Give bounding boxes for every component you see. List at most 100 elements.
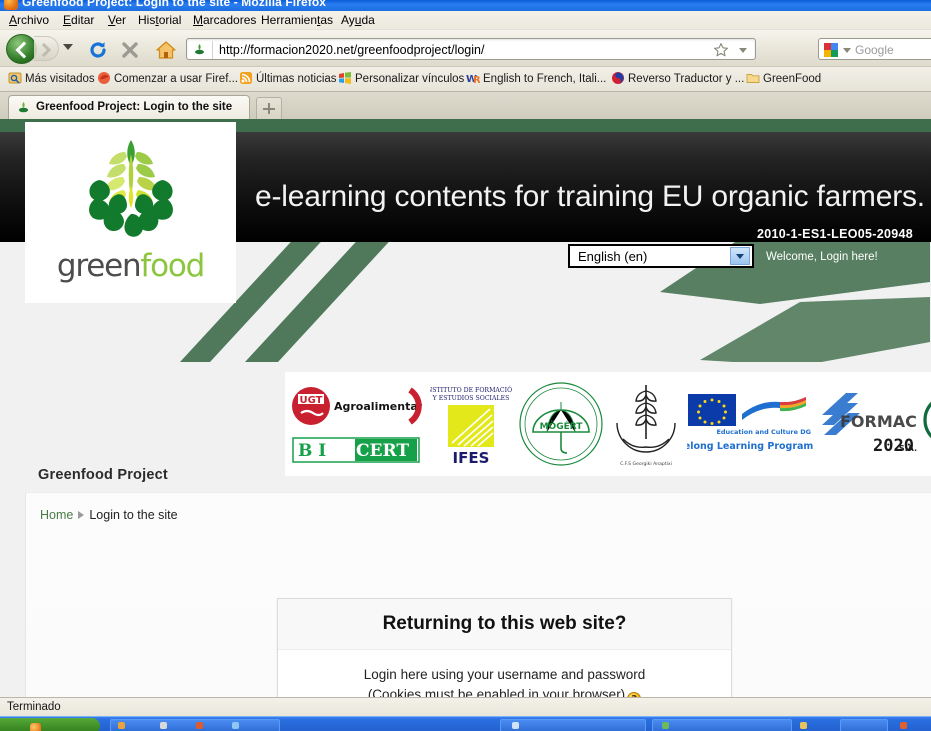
taskbar-item[interactable] bbox=[110, 719, 280, 731]
svg-text:Lifelong Learning Programme: Lifelong Learning Programme bbox=[687, 441, 813, 452]
search-box[interactable]: Google bbox=[818, 38, 931, 60]
bookmark-reverso-traductor[interactable]: Reverso Traductor y ... bbox=[611, 71, 744, 88]
taskbar-item[interactable] bbox=[652, 719, 792, 731]
help-icon[interactable]: ? bbox=[627, 692, 642, 697]
forward-button[interactable] bbox=[34, 36, 59, 61]
logo-word-food: food bbox=[140, 248, 205, 284]
login-box-header: Returning to this web site? bbox=[278, 599, 731, 650]
url-dropdown-icon[interactable] bbox=[739, 48, 747, 53]
svg-text:S.A.: S.A. bbox=[899, 444, 917, 453]
url-separator bbox=[212, 41, 213, 59]
tab-strip: Greenfood Project: Login to the site bbox=[0, 92, 931, 119]
chevron-down-icon[interactable] bbox=[730, 247, 750, 265]
mogert-logo: MÖGÉRT bbox=[519, 382, 603, 466]
navigation-toolbar: http://formacion2020.net/greenfoodprojec… bbox=[0, 30, 931, 67]
status-bar: Terminado bbox=[0, 697, 931, 716]
partner-escola-superior-agraria: Instituto Politécnico Escola S Agrá bbox=[921, 372, 931, 476]
bookmark-ultimas-noticias[interactable]: Últimas noticias bbox=[239, 71, 337, 88]
url-bar[interactable]: http://formacion2020.net/greenfoodprojec… bbox=[186, 38, 756, 60]
menu-marcadores[interactable]: Marcadores bbox=[188, 13, 261, 28]
bookmark-personalizar-vinculos[interactable]: Personalizar vínculos bbox=[338, 71, 464, 88]
taskbar-icon bbox=[512, 722, 519, 729]
menu-archivo[interactable]: Archivo bbox=[4, 13, 54, 28]
windows-icon bbox=[338, 71, 352, 85]
bookmark-label: Últimas noticias bbox=[256, 73, 337, 85]
firefox-icon bbox=[4, 0, 18, 10]
url-text: http://formacion2020.net/greenfoodprojec… bbox=[219, 43, 485, 57]
menu-editar[interactable]: Editar bbox=[58, 13, 99, 28]
wordreference-icon: WR bbox=[466, 71, 481, 86]
bookmark-label: Comenzar a usar Firef... bbox=[114, 73, 238, 85]
menu-bar: Archivo Editar Ver Historial Marcadores … bbox=[0, 11, 931, 30]
bookmark-label: English to French, Itali... bbox=[483, 73, 607, 85]
partner-mogert: MÖGÉRT bbox=[515, 372, 607, 476]
firefox-icon bbox=[97, 71, 111, 85]
eu-lifelong-learning-logo: Education and Culture DG Lifelong Learni… bbox=[687, 394, 813, 452]
login-box-title: Returning to this web site? bbox=[382, 613, 627, 634]
back-button[interactable] bbox=[6, 34, 37, 64]
greenfood-favicon bbox=[192, 42, 207, 57]
welcome-login-link[interactable]: Welcome, Login here! bbox=[766, 251, 878, 263]
svg-text:C.F.S Georgiki Anaptixi: C.F.S Georgiki Anaptixi bbox=[620, 461, 672, 467]
svg-text:Y ESTUDIOS SOCIALES: Y ESTUDIOS SOCIALES bbox=[432, 395, 510, 402]
language-select[interactable]: English (en) bbox=[568, 244, 754, 268]
bookmark-mas-visitados[interactable]: Más visitados bbox=[8, 71, 95, 88]
partner-formacion2020: FORMACIÓN 2020 S.A. bbox=[815, 372, 921, 476]
taskbar-item[interactable] bbox=[840, 719, 888, 731]
svg-text:R: R bbox=[473, 75, 480, 85]
bookmark-folder-greenfood[interactable]: GreenFood bbox=[746, 71, 821, 88]
greenfood-wordmark: greenfood bbox=[56, 248, 205, 284]
svg-text:Education and Culture DG: Education and Culture DG bbox=[716, 428, 811, 436]
history-dropdown-icon[interactable] bbox=[63, 44, 73, 50]
windows-start-icon bbox=[30, 723, 41, 731]
folder-icon bbox=[746, 71, 760, 85]
browser-window: Greenfood Project: Login to the site - M… bbox=[0, 0, 931, 731]
login-instruction-line-2: (Cookies must be enabled in your browser… bbox=[278, 685, 731, 697]
language-select-value: English (en) bbox=[578, 248, 648, 264]
search-engine-dropdown-icon[interactable] bbox=[843, 48, 851, 53]
greenfood-logo-mark bbox=[69, 136, 193, 244]
ugt-agroalimentaria-logo: UGT Agroalimentaria bbox=[292, 387, 422, 425]
rss-icon bbox=[239, 71, 253, 85]
taskbar-icon bbox=[232, 722, 239, 729]
stop-icon[interactable] bbox=[120, 41, 140, 59]
bookmark-english-to-french[interactable]: WR English to French, Itali... bbox=[466, 71, 606, 88]
partner-georgiki-anaptixi: C.F.S Georgiki Anaptixi bbox=[607, 372, 685, 476]
reverso-icon bbox=[611, 71, 625, 85]
menu-ver[interactable]: Ver bbox=[103, 13, 131, 28]
svg-text:INSTITUTO DE FORMACIÓN: INSTITUTO DE FORMACIÓN bbox=[430, 386, 512, 394]
reload-icon[interactable] bbox=[88, 41, 108, 59]
formacion2020-logo: FORMACIÓN 2020 S.A. bbox=[822, 393, 918, 456]
new-tab-button[interactable] bbox=[256, 97, 282, 119]
page-viewport: e-learning contents for training EU orga… bbox=[0, 119, 931, 697]
start-button[interactable] bbox=[0, 718, 100, 731]
taskbar-icon bbox=[196, 722, 203, 729]
menu-herramientas[interactable]: Herramientas bbox=[256, 13, 338, 28]
menu-historial[interactable]: Historial bbox=[133, 13, 186, 28]
window-title: Greenfood Project: Login to the site - M… bbox=[22, 0, 327, 9]
breadcrumb-current: Login to the site bbox=[89, 508, 178, 522]
taskbar-item[interactable] bbox=[500, 719, 646, 731]
partner-ifes: INSTITUTO DE FORMACIÓN Y ESTUDIOS SOCIAL… bbox=[427, 372, 515, 476]
banner-heading: e-learning contents for training EU orga… bbox=[255, 180, 925, 213]
status-text: Terminado bbox=[7, 701, 61, 713]
breadcrumb-home-link[interactable]: Home bbox=[40, 508, 73, 522]
taskbar-icon bbox=[800, 722, 807, 729]
search-input[interactable]: Google bbox=[855, 42, 894, 58]
bookmark-star-icon[interactable] bbox=[713, 42, 729, 58]
bookmark-label: Personalizar vínculos bbox=[355, 73, 465, 85]
login-instruction-line-1: Login here using your username and passw… bbox=[363, 667, 646, 682]
svg-text:FORMACIÓN: FORMACIÓN bbox=[840, 412, 918, 431]
bookmark-comenzar-firefox[interactable]: Comenzar a usar Firef... bbox=[97, 71, 238, 88]
svg-text:B I: B I bbox=[298, 441, 326, 461]
bookmark-label: GreenFood bbox=[763, 73, 822, 85]
menu-ayuda[interactable]: Ayuda bbox=[336, 13, 380, 28]
ifes-logo: INSTITUTO DE FORMACIÓN Y ESTUDIOS SOCIAL… bbox=[430, 386, 512, 467]
logo-word-green: green bbox=[56, 248, 142, 284]
svg-text:MÖGÉRT: MÖGÉRT bbox=[540, 420, 584, 432]
partner-logos-strip: UGT Agroalimentaria B I CERT INSTITUTO D… bbox=[285, 372, 931, 476]
os-taskbar bbox=[0, 716, 931, 731]
google-icon[interactable] bbox=[823, 42, 839, 58]
tab-greenfood-login[interactable]: Greenfood Project: Login to the site bbox=[8, 95, 250, 119]
home-icon[interactable] bbox=[155, 40, 177, 60]
